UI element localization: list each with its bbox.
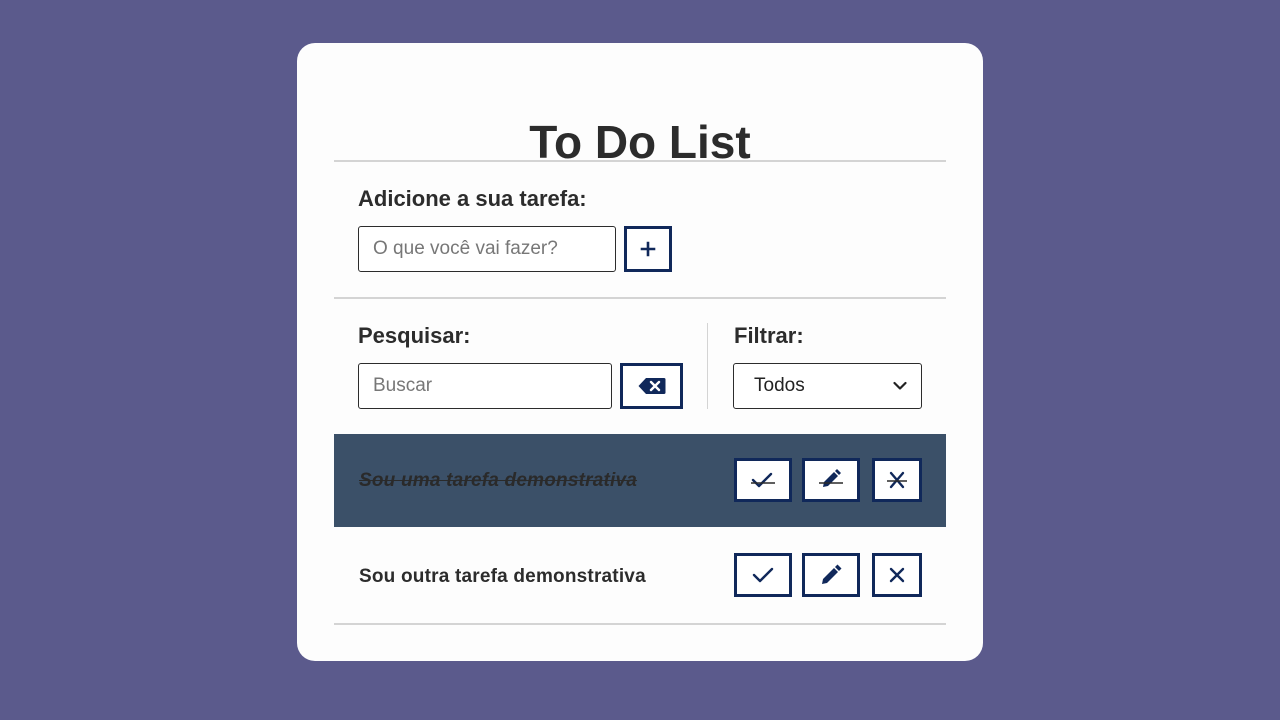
add-task-label: Adicione a sua tarefa: (358, 186, 587, 211)
todo-text: Sou uma tarefa demonstrativa (359, 469, 638, 491)
edit-button[interactable] (802, 553, 860, 597)
todo-card: To Do List Adicione a sua tarefa: Pesqui… (297, 43, 983, 661)
divider (334, 297, 946, 299)
check-icon (752, 567, 774, 583)
complete-button[interactable] (734, 458, 792, 502)
backspace-icon (638, 378, 665, 394)
delete-button[interactable] (872, 553, 922, 597)
pencil-icon (822, 564, 842, 584)
todo-text: Sou outra tarefa demonstrativa (359, 565, 646, 587)
search-label: Pesquisar: (358, 323, 471, 348)
delete-button[interactable] (872, 458, 922, 502)
filter-select[interactable]: Todos (733, 363, 922, 409)
edit-button[interactable] (802, 458, 860, 502)
vertical-separator (707, 323, 708, 409)
divider (334, 623, 946, 625)
chevron-down-icon (893, 381, 907, 390)
complete-button[interactable] (734, 553, 792, 597)
divider (334, 160, 946, 162)
add-task-input[interactable] (358, 226, 616, 272)
close-icon (887, 471, 907, 489)
close-icon (889, 567, 905, 583)
filter-label: Filtrar: (734, 323, 804, 348)
todo-item-done: Sou uma tarefa demonstrativa (334, 434, 946, 527)
page-title: To Do List (529, 116, 751, 168)
clear-search-button[interactable] (620, 363, 683, 409)
add-task-button[interactable] (624, 226, 672, 272)
check-icon (751, 472, 775, 488)
pencil-icon (819, 469, 843, 487)
search-input[interactable] (358, 363, 612, 409)
filter-selected-value: Todos (754, 375, 805, 396)
todo-item: Sou outra tarefa demonstrativa (334, 530, 946, 623)
plus-icon (640, 241, 656, 257)
